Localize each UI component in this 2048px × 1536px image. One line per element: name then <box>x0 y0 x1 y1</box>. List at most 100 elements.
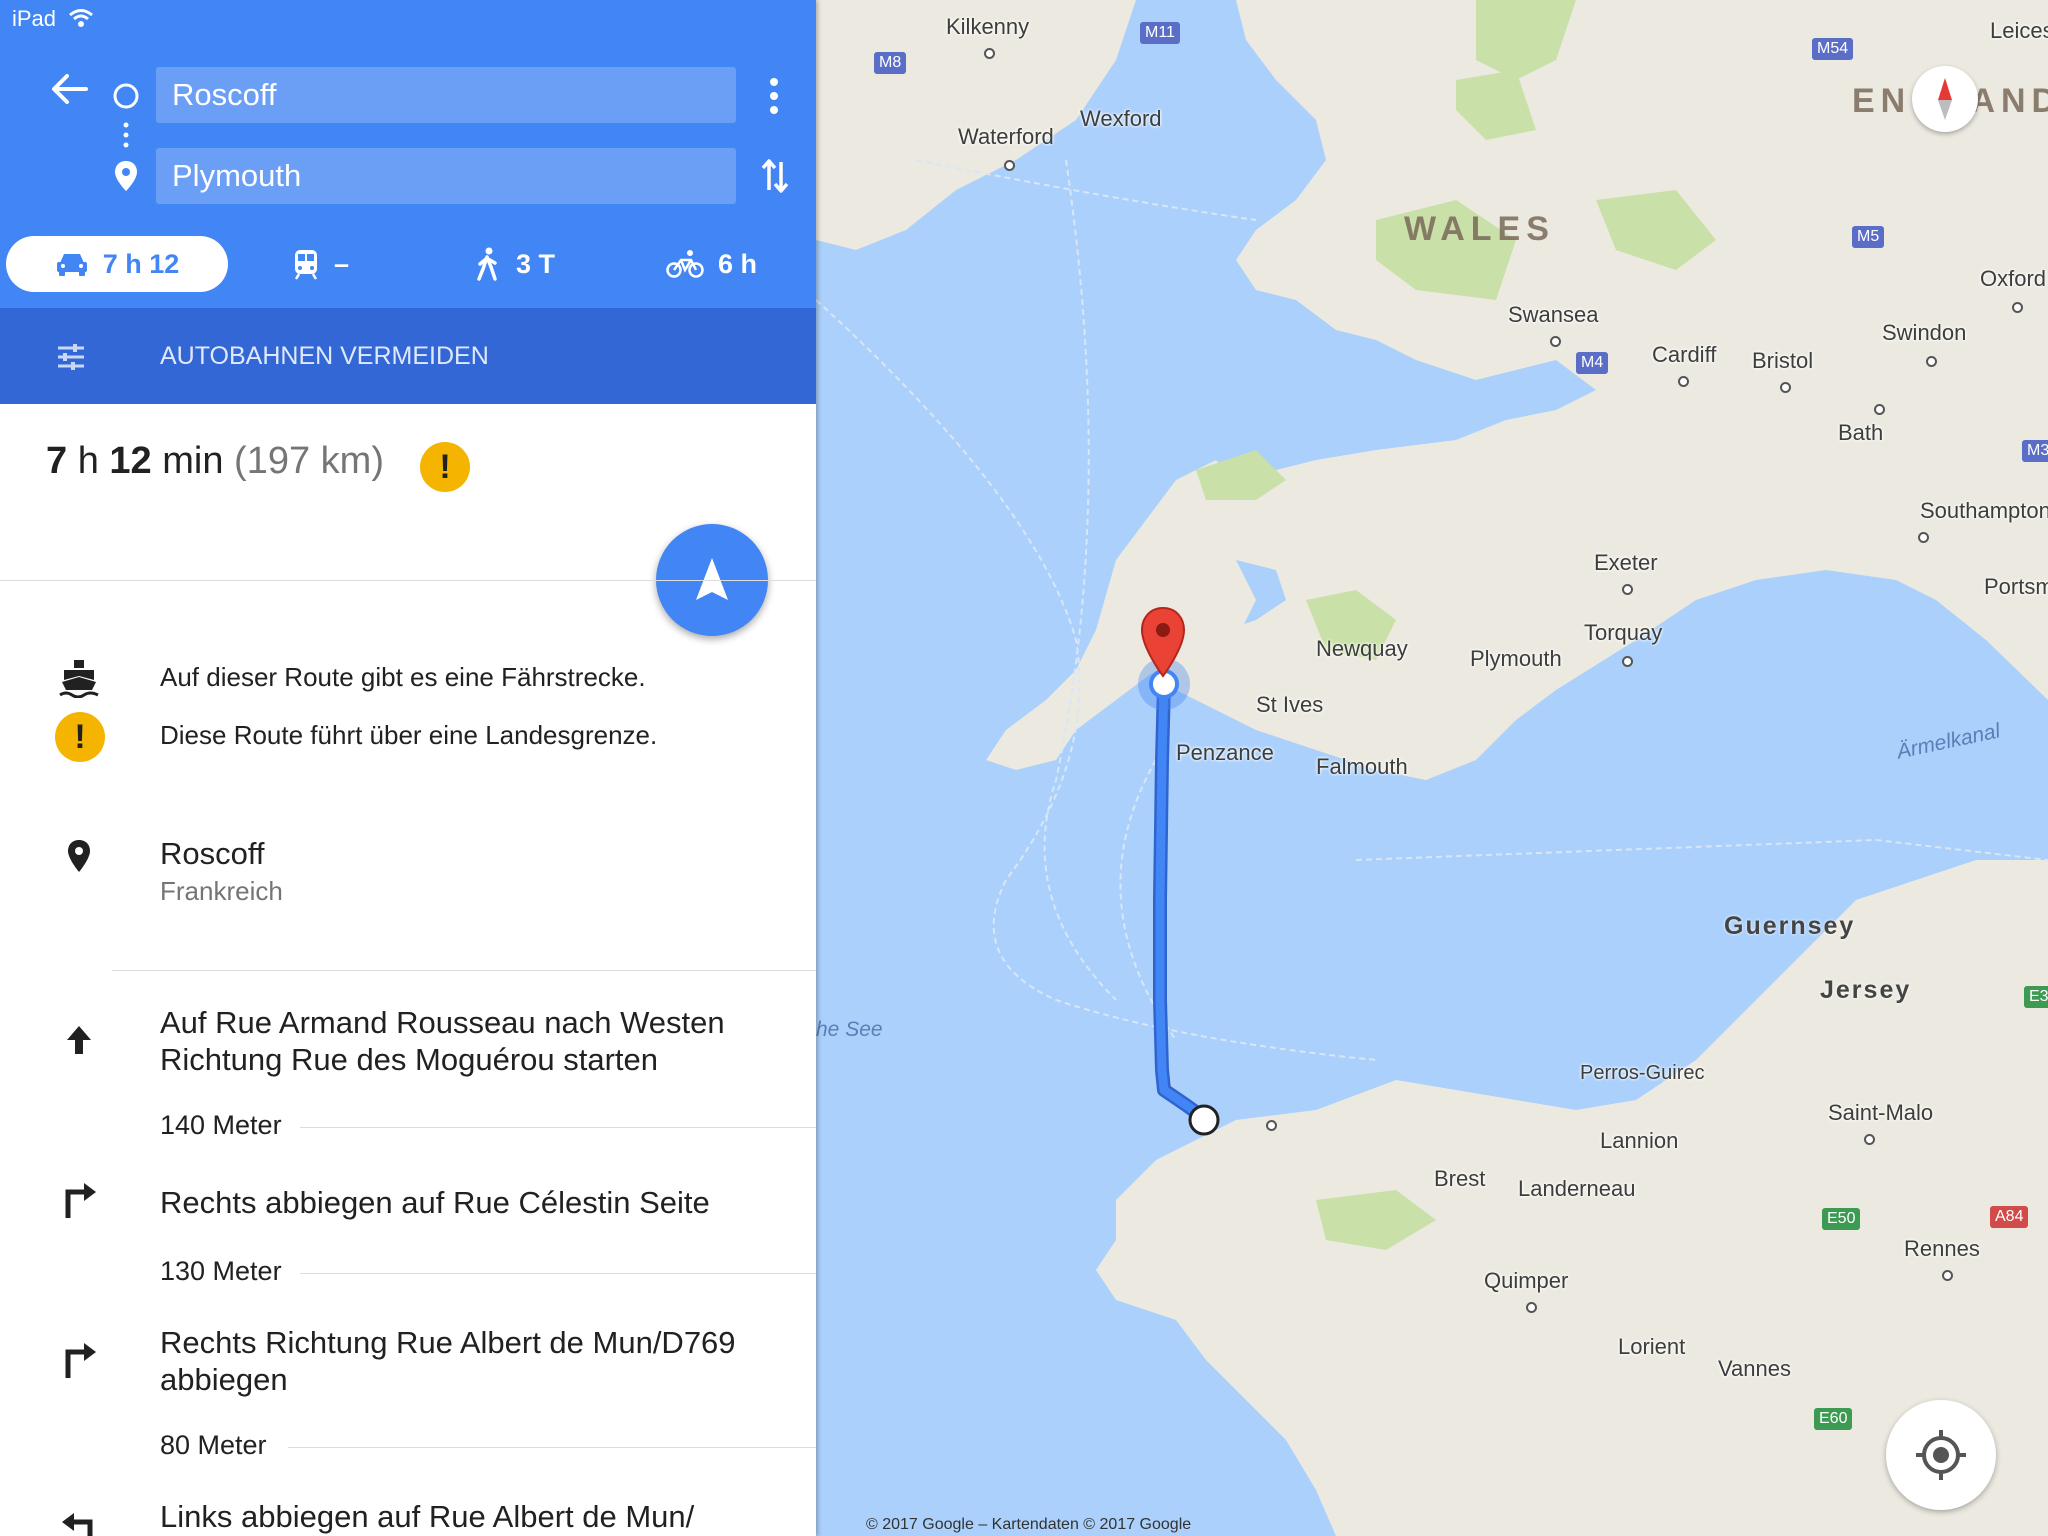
place-pin-icon <box>68 840 90 872</box>
swap-route-button[interactable] <box>760 156 790 201</box>
avoid-highways-option[interactable]: AUTOBAHNEN VERMEIDEN <box>160 342 489 371</box>
step-instruction: Rechts Richtung Rue Albert de Mun/D769 a… <box>160 1325 736 1397</box>
wifi-icon <box>69 9 94 27</box>
destination-pin-icon <box>115 161 137 191</box>
start-place-name: Roscoff <box>160 836 265 871</box>
road-shield: E60 <box>1814 1408 1853 1430</box>
map-city-label: Plymouth <box>1470 646 1562 671</box>
my-location-button[interactable] <box>1886 1400 1996 1510</box>
map-city-label: Kilkenny <box>946 14 1030 39</box>
step-instruction: Rechts abbiegen auf Rue Célestin Seite <box>160 1185 710 1220</box>
map-city-label: Quimper <box>1484 1268 1569 1293</box>
map-city-dot <box>1678 376 1689 387</box>
tune-icon <box>58 344 84 370</box>
map-city-label: St Ives <box>1256 692 1324 717</box>
map-city-label: Exeter <box>1594 550 1658 575</box>
compass-button[interactable] <box>1912 66 1978 132</box>
map-city-dot <box>1622 656 1633 667</box>
directions-header: iPad Roscoff Plymouth 7 h 12 – 3 T 6 h <box>0 0 816 308</box>
map-city-dot <box>1550 336 1561 347</box>
route-dots-icon <box>123 122 129 148</box>
directions-panel: iPad Roscoff Plymouth 7 h 12 – 3 T 6 h A… <box>0 0 816 1536</box>
map-city-label: Portsmouth <box>1984 574 2048 599</box>
map-city-label: Leicester <box>1990 18 2048 43</box>
map-city-dot <box>1266 1120 1277 1131</box>
car-icon <box>56 254 87 276</box>
map-copyright: © 2017 Google – Kartendaten © 2017 Googl… <box>866 1516 1192 1533</box>
map-city-dot <box>1864 1134 1875 1145</box>
train-icon <box>294 250 318 280</box>
map-city-label: Oxford <box>1980 266 2047 291</box>
map-city-label: Lannion <box>1600 1128 1679 1153</box>
turn-right-icon <box>65 1343 96 1378</box>
map-region-label: WALES <box>1404 210 1555 248</box>
map-city-label: Bath <box>1838 420 1884 445</box>
map-city-label: Penzance <box>1176 740 1274 765</box>
map-city-dot <box>1780 382 1791 393</box>
map-city-dot <box>2012 302 2023 313</box>
straight-arrow-icon <box>67 1026 91 1054</box>
map-city-label: Waterford <box>958 124 1054 149</box>
divider <box>288 1447 816 1448</box>
swap-vert-icon <box>761 159 789 193</box>
map-city-label: Perros-Guirec <box>1580 1062 1705 1084</box>
map-city-dot <box>1918 532 1929 543</box>
step-instruction: Auf Rue Armand Rousseau nach Westen Rich… <box>160 1005 725 1077</box>
road-shield: E50 <box>1822 1208 1861 1230</box>
step-distance: 80 Meter <box>160 1430 283 1461</box>
warning-icon: ! <box>420 442 470 492</box>
road-shield: M3 <box>2022 440 2048 462</box>
step-distance: 140 Meter <box>160 1110 298 1141</box>
travel-mode-tabs: 7 h 12 – 3 T 6 h <box>0 236 816 298</box>
tab-driving[interactable]: 7 h 12 <box>6 236 228 292</box>
back-arrow-icon <box>52 74 88 104</box>
more-vert-icon <box>770 78 778 114</box>
road-shield: M8 <box>874 52 907 74</box>
road-shield: M4 <box>1576 352 1609 374</box>
tab-transit[interactable]: – <box>292 236 349 292</box>
divider <box>300 1127 816 1128</box>
map-city-dot <box>984 48 995 59</box>
back-button[interactable] <box>50 72 90 111</box>
status-bar-device: iPad <box>12 6 94 32</box>
map-city-label: Falmouth <box>1316 754 1408 779</box>
map-city-label: Landerneau <box>1518 1176 1636 1201</box>
tab-cycling[interactable]: 6 h <box>666 236 757 292</box>
bicycle-icon <box>666 250 704 278</box>
map-city-label: Wexford <box>1080 106 1162 131</box>
road-shield: M54 <box>1812 38 1854 60</box>
map-city-label: Lorient <box>1618 1334 1686 1359</box>
road-shield: M5 <box>1852 226 1885 248</box>
map-city-label: Vannes <box>1718 1356 1791 1381</box>
border-notice: Diese Route führt über eine Landesgrenze… <box>160 720 658 750</box>
warning-icon: ! <box>55 712 105 762</box>
map-view[interactable]: WALES ENGLAND Kilkenny Waterford Wexford… <box>816 0 2048 1536</box>
turn-left-icon <box>62 1513 93 1536</box>
map-city-label: Newquay <box>1316 636 1408 661</box>
map-city-dot <box>1926 356 1937 367</box>
map-city-label: Torquay <box>1584 620 1663 645</box>
map-city-dot <box>1874 404 1885 415</box>
walking-icon <box>477 247 497 281</box>
road-shield: A84 <box>1990 1206 2029 1228</box>
my-location-icon <box>1916 1430 1966 1480</box>
map-sea-label: he See <box>816 1018 883 1041</box>
more-options-button[interactable] <box>766 76 782 121</box>
step-instruction: Links abbiegen auf Rue Albert de Mun/ <box>160 1499 695 1534</box>
tab-walking[interactable]: 3 T <box>474 236 555 292</box>
map-city-label: Swindon <box>1882 320 1967 345</box>
road-shield: M11 <box>1140 22 1180 44</box>
ferry-icon <box>59 660 99 698</box>
map-island-label: Jersey <box>1820 976 1912 1004</box>
map-city-label: Rennes <box>1904 1236 1980 1261</box>
destination-pin-icon[interactable] <box>1140 606 1186 678</box>
compass-icon <box>1938 78 1952 120</box>
route-options-bar[interactable]: AUTOBAHNEN VERMEIDEN <box>0 308 816 404</box>
origin-circle-icon <box>113 83 139 109</box>
turn-right-icon <box>65 1183 96 1218</box>
map-island-label: Guernsey <box>1724 912 1856 940</box>
destination-input[interactable]: Plymouth <box>156 148 736 204</box>
origin-input[interactable]: Roscoff <box>156 67 736 123</box>
map-city-dot <box>1622 584 1633 595</box>
map-city-label: Brest <box>1434 1166 1486 1191</box>
